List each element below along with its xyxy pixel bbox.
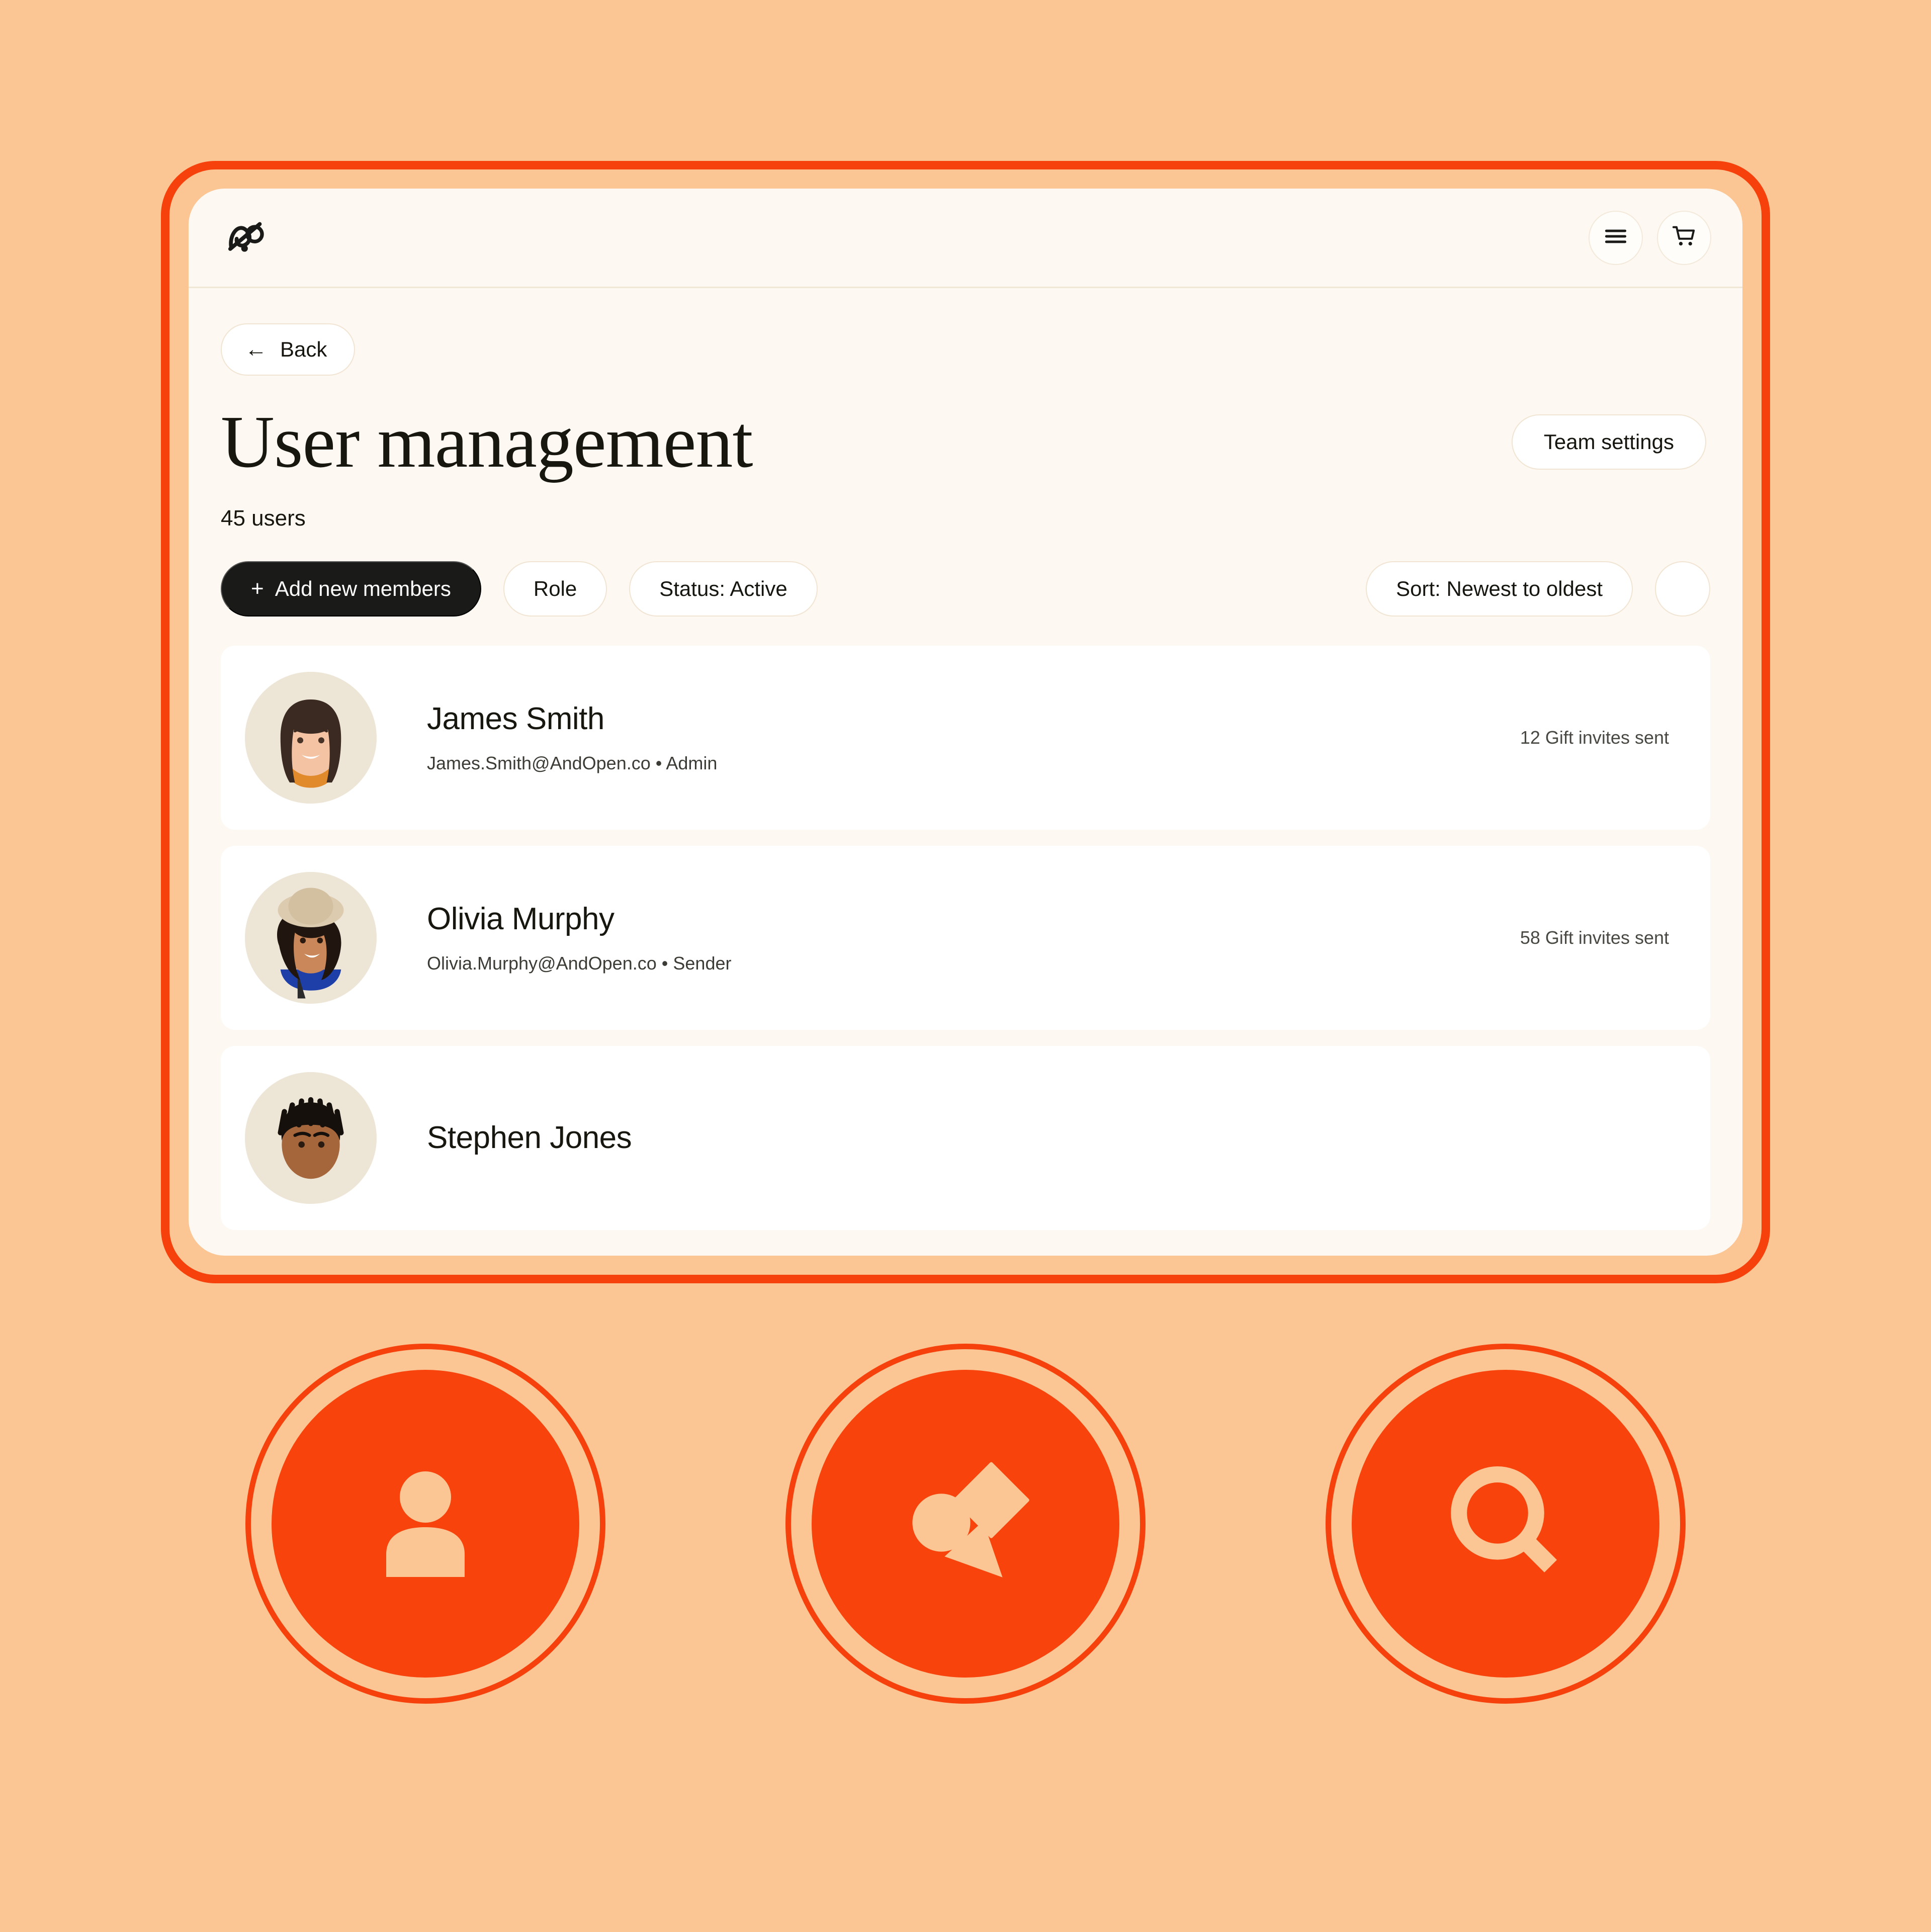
add-new-members-button[interactable]: + Add new members <box>221 561 481 617</box>
user-meta: Stephen Jones <box>427 1120 1669 1156</box>
user-meta: Olivia Murphy Olivia.Murphy@AndOpen.co •… <box>427 901 1520 974</box>
title-row: User management Team settings <box>221 403 1710 482</box>
role-filter-button[interactable]: Role <box>503 561 607 617</box>
device-frame: ← Back User management Team settings 45 … <box>161 161 1770 1283</box>
user-list: James Smith James.Smith@AndOpen.co • Adm… <box>221 645 1710 1230</box>
table-row[interactable]: Stephen Jones <box>221 1045 1710 1230</box>
status-filter-button[interactable]: Status: Active <box>629 561 818 617</box>
shapes-badge[interactable] <box>785 1344 1146 1704</box>
user-meta: James Smith James.Smith@AndOpen.co • Adm… <box>427 701 1520 774</box>
badge-inner <box>812 1370 1119 1678</box>
shopping-cart-icon <box>1672 225 1697 250</box>
plus-icon: + <box>251 576 264 601</box>
user-separator: • <box>661 953 668 974</box>
user-stat: 12 Gift invites sent <box>1520 727 1669 748</box>
back-button-label: Back <box>280 337 327 361</box>
andopen-logo-icon[interactable] <box>221 213 271 263</box>
user-name: Stephen Jones <box>427 1120 632 1156</box>
avatar <box>245 671 377 804</box>
table-row[interactable]: Olivia Murphy Olivia.Murphy@AndOpen.co •… <box>221 845 1710 1030</box>
badge-inner <box>272 1370 579 1678</box>
user-subtitle: Olivia.Murphy@AndOpen.co • Sender <box>427 953 1520 974</box>
user-separator: • <box>655 753 662 774</box>
badge-inner <box>1352 1370 1659 1678</box>
person-icon <box>350 1447 501 1601</box>
back-button[interactable]: ← Back <box>221 323 356 376</box>
user-role: Sender <box>673 953 732 974</box>
blank-circle-icon[interactable] <box>1655 561 1710 617</box>
app-topbar <box>189 189 1742 288</box>
sort-button[interactable]: Sort: Newest to oldest <box>1366 561 1633 617</box>
user-role: Admin <box>666 753 718 774</box>
badge-row <box>0 1344 1931 1704</box>
page-title: User management <box>221 401 753 483</box>
user-email: Olivia.Murphy@AndOpen.co <box>427 953 657 974</box>
device-screen: ← Back User management Team settings 45 … <box>189 189 1742 1256</box>
user-stat: 58 Gift invites sent <box>1520 927 1669 948</box>
search-icon <box>1425 1442 1586 1606</box>
search-badge[interactable] <box>1326 1344 1686 1704</box>
user-count: 45 users <box>221 505 306 531</box>
user-name: James Smith <box>427 701 604 737</box>
avatar <box>245 1072 377 1204</box>
cart-button[interactable] <box>1657 210 1711 265</box>
user-email: James.Smith@AndOpen.co <box>427 753 651 774</box>
menu-button[interactable] <box>1589 210 1643 265</box>
add-new-members-label: Add new members <box>275 576 451 600</box>
person-badge[interactable] <box>245 1344 605 1704</box>
user-subtitle: James.Smith@AndOpen.co • Admin <box>427 753 1520 774</box>
arrow-left-icon: ← <box>245 337 267 362</box>
filter-bar: + Add new members Role Status: Active So… <box>221 561 1710 617</box>
team-settings-button[interactable]: Team settings <box>1511 414 1706 470</box>
avatar <box>245 871 377 1004</box>
page-body: ← Back User management Team settings 45 … <box>189 288 1742 1230</box>
table-row[interactable]: James Smith James.Smith@AndOpen.co • Adm… <box>221 645 1710 830</box>
user-name: Olivia Murphy <box>427 902 615 937</box>
topbar-actions <box>1589 210 1711 265</box>
hamburger-menu-icon <box>1604 226 1627 249</box>
shapes-icon <box>885 1442 1046 1606</box>
